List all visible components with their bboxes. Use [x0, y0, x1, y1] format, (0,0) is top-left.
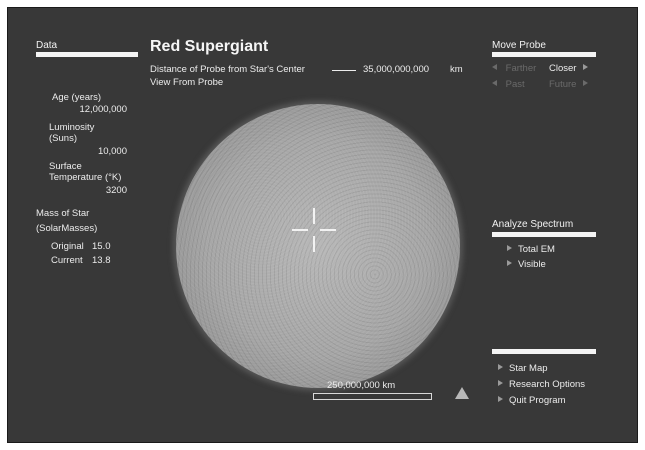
right-arrow-icon	[583, 80, 589, 86]
research-options-button[interactable]: Research Options	[498, 379, 585, 390]
current-mass-label: Current	[51, 255, 83, 266]
future-button[interactable]: Future	[549, 79, 589, 90]
left-arrow-icon	[492, 64, 497, 70]
distance-leader-line	[332, 70, 356, 71]
distance-value: 35,000,000,000	[363, 64, 430, 75]
mass-unit: (SolarMasses)	[36, 223, 98, 234]
right-arrow-icon	[583, 64, 589, 70]
warning-icon[interactable]	[455, 387, 469, 399]
move-probe-header: Move Probe	[492, 40, 546, 51]
closer-button[interactable]: Closer	[549, 63, 589, 74]
right-arrow-icon	[507, 245, 512, 251]
right-arrow-icon	[507, 260, 512, 266]
temperature-value: 3200	[105, 185, 127, 196]
past-button[interactable]: Past	[492, 79, 525, 90]
move-probe-bar	[492, 52, 596, 57]
analyze-spectrum-bar	[492, 232, 596, 237]
distance-unit: km	[450, 64, 463, 75]
star-title: Red Supergiant	[150, 38, 269, 55]
current-mass-value: 13.8	[92, 255, 111, 266]
scale-bar	[313, 393, 432, 400]
temperature-unit: Temperature (°K)	[49, 172, 122, 183]
mass-label: Mass of Star	[36, 208, 90, 219]
star-map-button[interactable]: Star Map	[498, 363, 548, 374]
luminosity-value: 10,000	[97, 146, 127, 157]
quit-program-button[interactable]: Quit Program	[498, 395, 566, 406]
right-arrow-icon	[498, 364, 503, 370]
age-value: 12,000,000	[79, 104, 127, 115]
temperature-label: Surface	[49, 161, 82, 172]
distance-label: Distance of Probe from Star's Center	[150, 64, 305, 75]
data-header: Data	[36, 40, 58, 51]
visible-button[interactable]: Visible	[507, 259, 546, 270]
view-label: View From Probe	[150, 77, 224, 88]
luminosity-label: Luminosity	[49, 122, 95, 133]
right-arrow-icon	[498, 396, 503, 402]
luminosity-unit: (Suns)	[49, 133, 77, 144]
farther-button[interactable]: Farther	[492, 63, 536, 74]
total-em-button[interactable]: Total EM	[507, 244, 555, 255]
age-label: Age (years)	[52, 92, 102, 103]
original-mass-value: 15.0	[92, 241, 111, 252]
scale-label: 250,000,000 km	[327, 380, 396, 391]
left-arrow-icon	[492, 80, 497, 86]
nav-bar	[492, 349, 596, 354]
data-header-bar	[36, 52, 138, 57]
right-arrow-icon	[498, 380, 503, 386]
probe-crosshair	[292, 208, 336, 252]
simulation-window: Data Age (years) 12,000,000 Luminosity (…	[7, 7, 638, 443]
analyze-spectrum-header: Analyze Spectrum	[492, 219, 574, 230]
original-mass-label: Original	[51, 241, 84, 252]
